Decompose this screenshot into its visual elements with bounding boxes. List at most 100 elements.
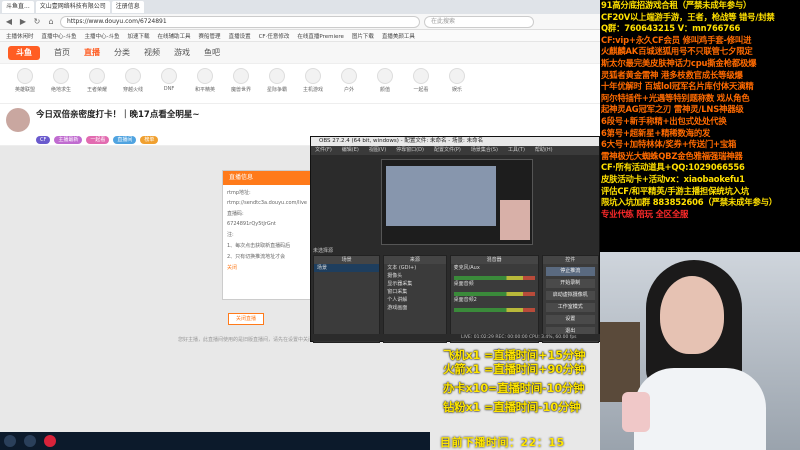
category-label: DNF	[163, 86, 175, 92]
bookmark-item[interactable]: 主播休闲时	[6, 32, 34, 40]
category-item[interactable]: 一起看	[404, 68, 438, 99]
nav-home[interactable]: 首页	[54, 47, 70, 58]
obs-menu-item[interactable]: 视图(V)	[369, 146, 386, 155]
bookmark-item[interactable]: 在线辅助工具	[158, 32, 191, 40]
category-icon	[305, 68, 321, 84]
browser-search-input[interactable]: 在此搜索	[424, 15, 534, 28]
source-item[interactable]: 摄像头	[384, 272, 445, 280]
obs-preview[interactable]	[381, 159, 533, 245]
mixer-track-label: 麦克风/Aux	[453, 265, 480, 271]
obs-menu-item[interactable]: 工具(T)	[508, 146, 525, 155]
obs-menu-item[interactable]: 场景集合(S)	[471, 146, 498, 155]
room-tag[interactable]: CF	[36, 136, 51, 144]
category-icon	[377, 68, 393, 84]
promo-line: 6大号+加特林体/奖券+传送门+宝箱	[601, 139, 737, 150]
studio-mode-button[interactable]: 工作室模式	[545, 303, 595, 312]
scene-item[interactable]: 场景	[314, 264, 380, 272]
start-recording-button[interactable]: 开始录制	[545, 279, 595, 288]
app-icon[interactable]	[44, 435, 56, 447]
room-tag[interactable]: 榜单	[140, 136, 159, 144]
promo-line: 灵狐者黄金雷神 港多枝救官成长等级爆	[601, 69, 743, 80]
category-item[interactable]: 魔兽世界	[224, 68, 258, 99]
bookmark-item[interactable]: 加速下载	[128, 32, 150, 40]
bookmark-item[interactable]: 直播美颜工具	[382, 32, 415, 40]
url-input[interactable]: https://www.douyu.com/6724891	[60, 15, 420, 28]
source-item[interactable]: 窗口采集	[384, 288, 445, 296]
category-item[interactable]: 绝地求生	[44, 68, 78, 99]
tab-register[interactable]: 注册信息	[111, 1, 144, 13]
bookmark-item[interactable]: 图片下载	[352, 32, 374, 40]
category-item[interactable]: 穿越火线	[116, 68, 150, 99]
stream-info-panel: 91高分底招游戏合租（严禁未成年参与） CF20V以上端游手游，王者，枪战等 错号…	[600, 0, 800, 450]
promo-text-block: 91高分底招游戏合租（严禁未成年参与） CF20V以上端游手游，王者，枪战等 错号…	[600, 0, 800, 220]
obs-menu-item[interactable]: 编辑(E)	[342, 146, 359, 155]
obs-menu-item[interactable]: 文件(F)	[315, 146, 332, 155]
douyu-logo[interactable]: 斗鱼	[8, 45, 40, 60]
category-item[interactable]: 英雄联盟	[8, 68, 42, 99]
stop-stream-button[interactable]: 关闭直播	[228, 313, 264, 325]
nav-live[interactable]: 直播	[84, 47, 100, 58]
stop-streaming-button[interactable]: 停止推流	[545, 267, 595, 276]
category-icon	[233, 68, 249, 84]
category-item[interactable]: 星际争霸	[260, 68, 294, 99]
settings-button[interactable]: 设置	[545, 315, 595, 324]
obs-menu-bar: 文件(F) 编辑(E) 视图(V) 停靠窗口(D) 配置文件(P) 场景集合(S…	[311, 146, 599, 155]
mixer-track-label: 桌面音频	[453, 281, 474, 287]
code-value[interactable]: 6724891rQy5tJrGnt	[227, 221, 317, 227]
room-tag[interactable]: 主播最新	[54, 136, 83, 144]
promo-line: Q群：760643215 V：mn766766	[601, 23, 741, 34]
obs-menu-item[interactable]: 配置文件(P)	[434, 146, 461, 155]
obs-menu-item[interactable]: 停靠窗口(D)	[396, 146, 424, 155]
back-icon[interactable]: ◀	[4, 17, 14, 27]
source-item[interactable]: 游戏画面	[384, 304, 445, 312]
promo-line: 斯太尔最完美皮肤神话力cpu撕金枪都极爆	[601, 57, 757, 68]
refresh-icon[interactable]: ↻	[32, 17, 42, 27]
promo-line: 雷神极光大蜘蛛QBZ金色雅福强瑞神器	[601, 150, 743, 161]
room-tag[interactable]: 直播间	[113, 136, 137, 144]
category-item[interactable]: 主机游戏	[296, 68, 330, 99]
home-icon[interactable]: ⌂	[46, 17, 56, 27]
tab-douyu[interactable]: 斗鱼直...	[2, 1, 34, 13]
nav-game[interactable]: 游戏	[174, 47, 190, 58]
bookmark-item[interactable]: 主播中心-斗鱼	[85, 32, 120, 40]
app-icon[interactable]	[24, 435, 36, 447]
countdown-timer: 目前下播时间：22：15	[440, 434, 565, 450]
obs-menu-item[interactable]: 帮助(H)	[535, 146, 553, 155]
category-item[interactable]: 娱乐	[440, 68, 474, 99]
tab-company[interactable]: 文山壹网络科技有限公司	[35, 1, 110, 13]
category-label: 娱乐	[451, 87, 462, 93]
streamer-face	[660, 276, 724, 354]
source-item[interactable]: 显示器采集	[384, 280, 445, 288]
bookmark-item[interactable]: 在线直播Premiere	[297, 32, 344, 40]
category-label: 穿越火线	[122, 87, 143, 93]
category-item[interactable]: 和平精英	[188, 68, 222, 99]
bookmark-item[interactable]: 直播中心-斗鱼	[42, 32, 77, 40]
category-item[interactable]: 颜值	[368, 68, 402, 99]
nav-category[interactable]: 分类	[114, 47, 130, 58]
nav-fishbar[interactable]: 鱼吧	[204, 47, 220, 58]
promo-line: CF20V以上端游手游，王者，枪战等 错号/封禁	[601, 11, 775, 22]
promo-line: 专业代练 陪玩 全区全服	[601, 208, 689, 219]
source-item[interactable]: 个人讲解	[384, 296, 445, 304]
virtual-camera-button[interactable]: 启动虚拟摄像机	[545, 291, 595, 300]
category-item[interactable]: DNF	[152, 68, 186, 99]
category-item[interactable]: 户外	[332, 68, 366, 99]
modal-confirm-button[interactable]: 关闭	[227, 264, 317, 271]
preview-camera	[500, 200, 530, 240]
rtmp-value[interactable]: rtmp://sendtc3a.douyu.com/live	[227, 200, 317, 206]
category-label: 英雄联盟	[14, 87, 35, 93]
avatar[interactable]	[6, 108, 30, 132]
streamer-body	[634, 368, 766, 450]
source-item[interactable]: 文本 (GDI+)	[384, 264, 445, 272]
category-icon	[197, 68, 213, 84]
bookmark-item[interactable]: CF·任意修改	[259, 32, 290, 40]
room-tag[interactable]: 一起看	[86, 136, 110, 144]
forward-icon[interactable]: ▶	[18, 17, 28, 27]
bookmark-item[interactable]: 直播设置	[229, 32, 251, 40]
promo-line: 起神灵AG冠军之刃 雷神灵/LNS神器级	[601, 104, 744, 115]
scenes-header: 场景	[314, 256, 380, 264]
bookmark-item[interactable]: 赛船管理	[199, 32, 221, 40]
category-item[interactable]: 王者荣耀	[80, 68, 114, 99]
start-icon[interactable]	[4, 435, 16, 447]
nav-video[interactable]: 视频	[144, 47, 160, 58]
